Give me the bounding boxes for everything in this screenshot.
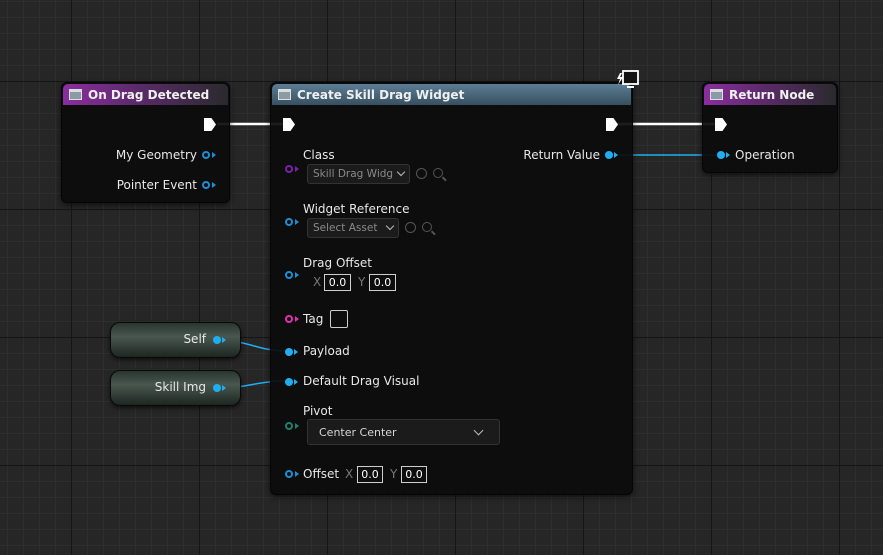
- pin-arrow-icon: [295, 471, 299, 477]
- pivot-dropdown-value: Center Center: [319, 425, 397, 439]
- create-drag-widget-title: Create Skill Drag Widget: [297, 87, 465, 102]
- my-geometry-pin[interactable]: [202, 151, 210, 159]
- return-value-pin[interactable]: [605, 151, 613, 159]
- reset-arrow-icon[interactable]: [405, 222, 416, 233]
- self-output-pin[interactable]: [213, 336, 221, 344]
- exec-in-pin[interactable]: [715, 118, 727, 131]
- drag-offset-y-axis: Y: [358, 275, 366, 289]
- browse-search-icon[interactable]: [433, 168, 443, 178]
- class-dropdown[interactable]: Skill Drag Widg: [307, 164, 410, 184]
- drag-offset-x-axis: X: [313, 275, 322, 289]
- widget-reference-dropdown-value: Select Asset: [313, 222, 378, 234]
- offset-pin[interactable]: [285, 470, 293, 478]
- pivot-pin[interactable]: [285, 422, 293, 430]
- exec-out-pin[interactable]: [204, 118, 216, 131]
- pin-arrow-icon: [222, 385, 226, 391]
- self-variable-label: Self: [183, 332, 206, 346]
- skill-img-variable-node[interactable]: Skill Img: [110, 370, 241, 406]
- return-node-title: Return Node: [729, 87, 815, 102]
- tag-pin[interactable]: [285, 315, 293, 323]
- default-drag-visual-pin[interactable]: [285, 378, 293, 386]
- default-drag-visual-label: Default Drag Visual: [303, 374, 420, 388]
- pin-arrow-icon: [295, 272, 299, 278]
- reset-arrow-icon[interactable]: [416, 168, 427, 179]
- drag-offset-label: Drag Offset: [303, 256, 373, 270]
- on-drag-detected-title: On Drag Detected: [88, 87, 210, 102]
- node-function-icon: [710, 89, 723, 100]
- node-function-icon: [69, 89, 82, 100]
- pointer-event-pin[interactable]: [202, 181, 210, 189]
- create-drag-widget-header[interactable]: Create Skill Drag Widget: [272, 84, 631, 105]
- offset-x-input[interactable]: 0.0: [357, 466, 383, 483]
- my-geometry-label: My Geometry: [115, 148, 197, 162]
- skill-img-output-pin[interactable]: [213, 384, 221, 392]
- offset-y-axis: Y: [390, 467, 398, 481]
- offset-label: Offset: [303, 467, 340, 481]
- return-node-header[interactable]: Return Node: [704, 84, 836, 105]
- widget-reference-label: Widget Reference: [303, 202, 410, 216]
- return-value-label: Return Value: [523, 148, 600, 162]
- drag-offset-pin[interactable]: [285, 271, 293, 279]
- chevron-down-icon: [396, 167, 406, 177]
- pin-arrow-icon: [222, 337, 226, 343]
- pivot-label: Pivot: [303, 404, 333, 418]
- pin-arrow-icon: [614, 152, 618, 158]
- operation-label: Operation: [735, 148, 795, 162]
- exec-in-pin[interactable]: [283, 118, 295, 131]
- offset-x-axis: X: [345, 467, 354, 481]
- network-replication-icon: [617, 70, 639, 88]
- on-drag-detected-node[interactable]: On Drag Detected My Geometry Pointer Eve…: [61, 82, 230, 203]
- payload-label: Payload: [303, 344, 350, 358]
- drag-offset-y-input[interactable]: 0.0: [369, 274, 396, 291]
- pivot-dropdown[interactable]: Center Center: [307, 419, 500, 445]
- skill-img-variable-label: Skill Img: [154, 380, 206, 394]
- tag-label: Tag: [303, 312, 324, 326]
- pin-arrow-icon: [212, 152, 216, 158]
- pin-arrow-icon: [295, 166, 299, 172]
- widget-reference-dropdown[interactable]: Select Asset: [307, 218, 399, 238]
- self-variable-node[interactable]: Self: [110, 322, 241, 358]
- exec-out-pin[interactable]: [606, 118, 618, 131]
- class-pin[interactable]: [285, 165, 293, 173]
- pin-arrow-icon: [295, 316, 299, 322]
- tag-input[interactable]: [330, 310, 348, 328]
- return-node[interactable]: Return Node Operation: [702, 82, 838, 173]
- node-function-icon: [278, 89, 291, 100]
- class-dropdown-value: Skill Drag Widg: [313, 168, 394, 180]
- browse-search-icon[interactable]: [422, 222, 432, 232]
- pointer-event-label: Pointer Event: [116, 178, 197, 192]
- operation-pin[interactable]: [717, 151, 725, 159]
- class-label: Class: [303, 148, 335, 162]
- pin-arrow-icon: [726, 152, 730, 158]
- drag-offset-x-input[interactable]: 0.0: [324, 274, 351, 291]
- payload-pin[interactable]: [285, 348, 293, 356]
- pin-arrow-icon: [294, 349, 298, 355]
- offset-y-input[interactable]: 0.0: [401, 466, 427, 483]
- pin-arrow-icon: [212, 182, 216, 188]
- widget-reference-pin[interactable]: [285, 218, 293, 226]
- pin-arrow-icon: [295, 219, 299, 225]
- chevron-down-icon: [385, 221, 395, 231]
- chevron-down-icon: [473, 425, 484, 436]
- pin-arrow-icon: [295, 423, 299, 429]
- create-drag-widget-node[interactable]: Create Skill Drag Widget Return Value Cl…: [270, 82, 633, 495]
- on-drag-detected-header[interactable]: On Drag Detected: [63, 84, 228, 105]
- pin-arrow-icon: [294, 379, 298, 385]
